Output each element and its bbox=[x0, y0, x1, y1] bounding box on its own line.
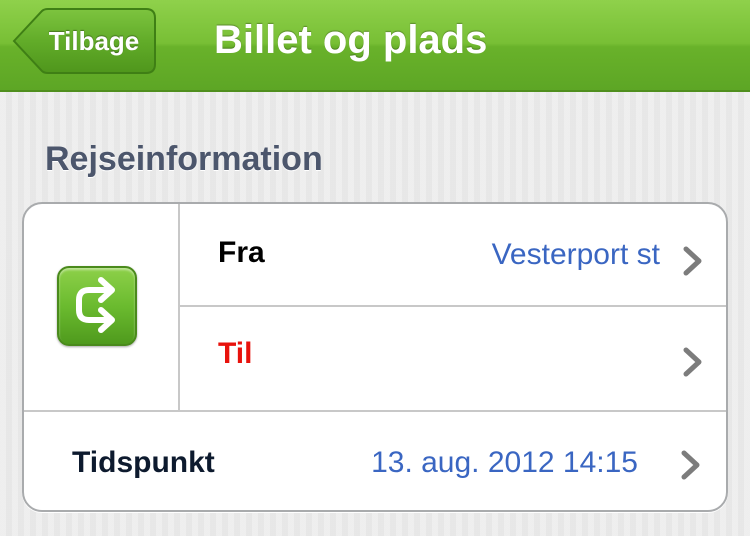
to-label: Til bbox=[218, 337, 253, 370]
navigation-bar: Tilbage Billet og plads bbox=[0, 0, 750, 92]
swap-route-button[interactable] bbox=[57, 266, 137, 346]
departure-time-row[interactable]: Tidspunkt 13. aug. 2012 14:15 bbox=[24, 410, 726, 510]
time-label: Tidspunkt bbox=[72, 446, 215, 479]
to-station-row[interactable]: Til bbox=[180, 307, 726, 410]
journey-info-table: Fra Vesterport st Til Tidspunkt 13. aug.… bbox=[22, 202, 728, 512]
chevron-right-icon bbox=[682, 347, 704, 377]
time-value: 13. aug. 2012 14:15 bbox=[371, 446, 638, 479]
from-label: Fra bbox=[218, 236, 265, 269]
chevron-right-icon bbox=[682, 246, 704, 276]
back-button-label: Tilbage bbox=[48, 26, 140, 56]
back-button[interactable]: Tilbage bbox=[12, 8, 157, 74]
swap-cell bbox=[24, 204, 180, 410]
page-title: Billet og plads bbox=[214, 18, 488, 62]
chevron-right-icon bbox=[680, 450, 702, 480]
from-value: Vesterport st bbox=[491, 238, 660, 271]
swap-route-icon bbox=[76, 277, 115, 333]
section-header: Rejseinformation bbox=[45, 140, 323, 178]
from-station-row[interactable]: Fra Vesterport st bbox=[180, 204, 726, 307]
